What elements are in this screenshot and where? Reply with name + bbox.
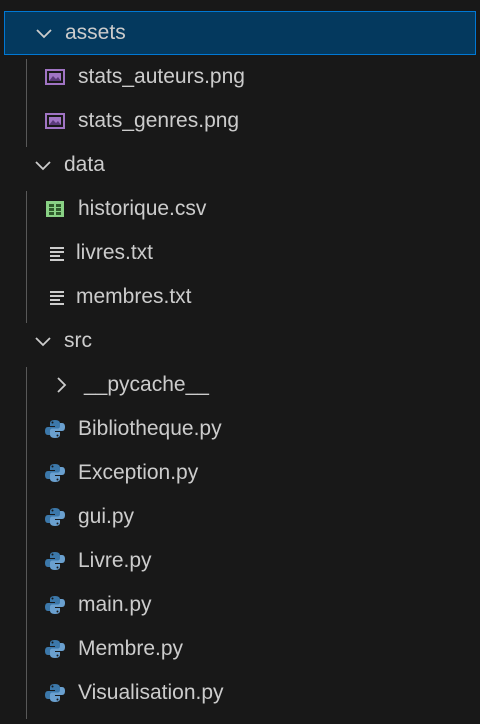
file-gui-py[interactable]: gui.py (0, 495, 480, 539)
chevron-down-icon (32, 330, 54, 352)
file-membre-py[interactable]: Membre.py (0, 627, 480, 671)
python-file-icon (44, 418, 66, 440)
file-label: stats_genres.png (78, 109, 240, 132)
file-membres-txt[interactable]: membres.txt (0, 275, 480, 319)
folder-data[interactable]: data (0, 143, 480, 187)
file-explorer: assets stats_auteurs.png stats_genres.pn… (0, 0, 480, 724)
file-label: membres.txt (76, 285, 192, 308)
image-file-icon (44, 66, 66, 88)
file-label: Visualisation.py (78, 681, 224, 704)
file-label: Exception.py (78, 461, 199, 484)
file-label: Membre.py (78, 637, 184, 660)
file-stats-auteurs[interactable]: stats_auteurs.png (0, 55, 480, 99)
folder-pycache[interactable]: __pycache__ (0, 363, 480, 407)
text-file-icon (48, 242, 66, 264)
file-label: historique.csv (78, 197, 207, 220)
python-file-icon (44, 638, 66, 660)
file-livres-txt[interactable]: livres.txt (0, 231, 480, 275)
file-stats-genres[interactable]: stats_genres.png (0, 99, 480, 143)
file-label: livres.txt (76, 241, 154, 264)
folder-label: data (64, 153, 105, 176)
folder-label: __pycache__ (84, 373, 209, 396)
folder-label: src (64, 329, 92, 352)
file-label: main.py (78, 593, 152, 616)
chevron-down-icon (33, 22, 55, 44)
python-file-icon (44, 506, 66, 528)
file-label: stats_auteurs.png (78, 65, 245, 88)
file-main-py[interactable]: main.py (0, 583, 480, 627)
image-file-icon (44, 110, 66, 132)
chevron-down-icon (32, 154, 54, 176)
file-bibliotheque-py[interactable]: Bibliotheque.py (0, 407, 480, 451)
folder-assets[interactable]: assets (4, 11, 476, 55)
file-historique-csv[interactable]: historique.csv (0, 187, 480, 231)
file-visualisation-py[interactable]: Visualisation.py (0, 671, 480, 715)
python-file-icon (44, 594, 66, 616)
file-label: Bibliotheque.py (78, 417, 222, 440)
file-label: Livre.py (78, 549, 152, 572)
folder-label: assets (65, 21, 126, 44)
folder-src[interactable]: src (0, 319, 480, 363)
python-file-icon (44, 550, 66, 572)
file-livre-py[interactable]: Livre.py (0, 539, 480, 583)
csv-file-icon (44, 198, 66, 220)
chevron-right-icon (50, 374, 72, 396)
file-exception-py[interactable]: Exception.py (0, 451, 480, 495)
file-label: gui.py (78, 505, 135, 528)
python-file-icon (44, 462, 66, 484)
text-file-icon (48, 286, 66, 308)
python-file-icon (44, 682, 66, 704)
